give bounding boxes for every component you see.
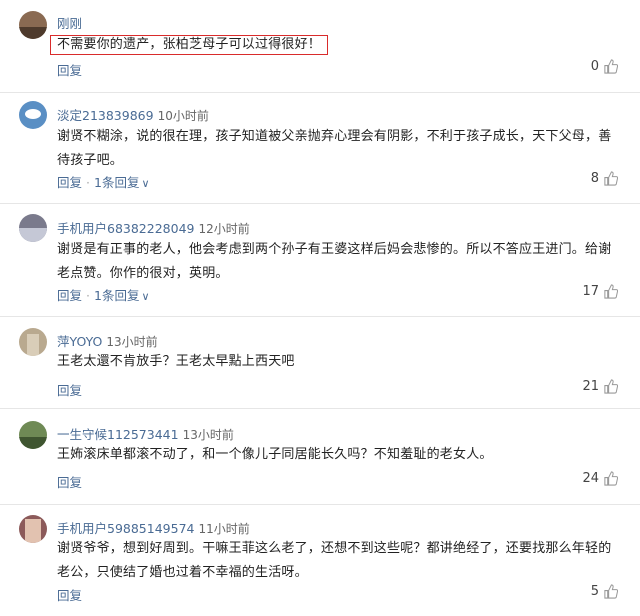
comment-item: 手机用户59885149574 11小时前 谢贤爷爷，想到好周到。干嘛王菲这么老了… <box>0 505 640 616</box>
comment-username[interactable]: 刚刚 <box>57 13 82 32</box>
comment-item: 刚刚 不需要你的遗产，张柏芝母子可以过得很好！ 回复 0 <box>0 0 640 92</box>
like-button[interactable]: 5 <box>591 584 618 599</box>
comment-username[interactable]: 手机用户59885149574 11小时前 <box>57 518 250 537</box>
like-count: 21 <box>582 379 599 394</box>
replies-count: 1条回复 <box>94 288 140 303</box>
like-button[interactable]: 17 <box>582 284 618 299</box>
comment-username[interactable]: 一生守候112573441 13小时前 <box>57 424 234 443</box>
thumb-up-icon <box>604 379 618 394</box>
thumb-up-icon <box>604 471 618 486</box>
comment-text: 谢贤爷爷，想到好周到。干嘛王菲这么老了，还想不到这些呢？都讲绝经了，还要找那么年… <box>57 541 612 580</box>
avatar[interactable] <box>19 421 47 449</box>
chevron-down-icon: ∨ <box>141 177 150 190</box>
like-button[interactable]: 0 <box>591 59 618 74</box>
comment-time: 11小时前 <box>198 522 250 536</box>
comment-time: 13小时前 <box>182 428 234 442</box>
avatar[interactable] <box>19 11 47 39</box>
comment-time: 13小时前 <box>106 335 158 349</box>
comment-actions: 回复 <box>57 585 82 604</box>
comment-item: 萍YOYO 13小时前 王老太還不肯放手？王老太早點上西天吧 回复 21 <box>0 317 640 408</box>
comment-actions: 回复 <box>57 60 82 79</box>
like-button[interactable]: 21 <box>582 379 618 394</box>
reply-button[interactable]: 回复 <box>57 175 82 190</box>
comment-username[interactable]: 萍YOYO 13小时前 <box>57 331 158 350</box>
view-replies-button[interactable]: 1条回复 ∨ <box>94 175 150 190</box>
thumb-up-icon <box>604 284 618 299</box>
comment-text: 王㚴滚床单都滚不动了，和一个像儿子同居能长久吗？不知羞耻的老女人。 <box>57 447 493 462</box>
comment-item: 淡定213839869 10小时前 谢贤不糊涂，说的很在理，孩子知道被父亲抛弃心理… <box>0 93 640 203</box>
comment-time: 10小时前 <box>157 109 209 123</box>
replies-count: 1条回复 <box>94 175 140 190</box>
avatar[interactable] <box>19 328 47 356</box>
like-count: 5 <box>590 584 599 599</box>
avatar[interactable] <box>19 515 47 543</box>
like-count: 17 <box>582 284 599 299</box>
chevron-down-icon: ∨ <box>141 290 150 303</box>
comment-text: 王老太還不肯放手？王老太早點上西天吧 <box>57 354 295 369</box>
avatar[interactable] <box>19 214 47 242</box>
reply-button[interactable]: 回复 <box>57 288 82 303</box>
comment-actions: 回复 · 1条回复 ∨ <box>57 285 150 304</box>
separator: · <box>86 288 90 303</box>
comment-actions: 回复 <box>57 380 82 399</box>
avatar[interactable] <box>19 101 47 129</box>
like-count: 8 <box>590 171 599 186</box>
comment-actions: 回复 <box>57 472 82 491</box>
reply-button[interactable]: 回复 <box>57 475 82 490</box>
comment-item: 一生守候112573441 13小时前 王㚴滚床单都滚不动了，和一个像儿子同居能长… <box>0 409 640 504</box>
thumb-up-icon <box>604 584 618 599</box>
thumb-up-icon <box>604 171 618 186</box>
like-button[interactable]: 8 <box>591 171 618 186</box>
comment-text: 谢贤不糊涂，说的很在理，孩子知道被父亲抛弃心理会有阴影，不利于孩子成长，天下父母… <box>57 129 612 168</box>
reply-button[interactable]: 回复 <box>57 383 82 398</box>
comment-text: 谢贤是有正事的老人，他会考虑到两个孙子有王婆这样后妈会悲惨的。所以不答应王进门。… <box>57 242 612 281</box>
like-count: 0 <box>590 59 599 74</box>
view-replies-button[interactable]: 1条回复 ∨ <box>94 288 150 303</box>
reply-button[interactable]: 回复 <box>57 588 82 603</box>
comment-time: 12小时前 <box>198 222 250 236</box>
separator: · <box>86 175 90 190</box>
like-button[interactable]: 24 <box>582 471 618 486</box>
like-count: 24 <box>582 471 599 486</box>
comment-username[interactable]: 淡定213839869 10小时前 <box>57 105 209 124</box>
comment-username[interactable]: 手机用户68382228049 12小时前 <box>57 218 250 237</box>
comment-item: 手机用户68382228049 12小时前 谢贤是有正事的老人，他会考虑到两个孙子… <box>0 204 640 316</box>
reply-button[interactable]: 回复 <box>57 63 82 78</box>
thumb-up-icon <box>604 59 618 74</box>
comment-actions: 回复 · 1条回复 ∨ <box>57 172 150 191</box>
comment-text-highlighted: 不需要你的遗产，张柏芝母子可以过得很好！ <box>50 35 329 55</box>
